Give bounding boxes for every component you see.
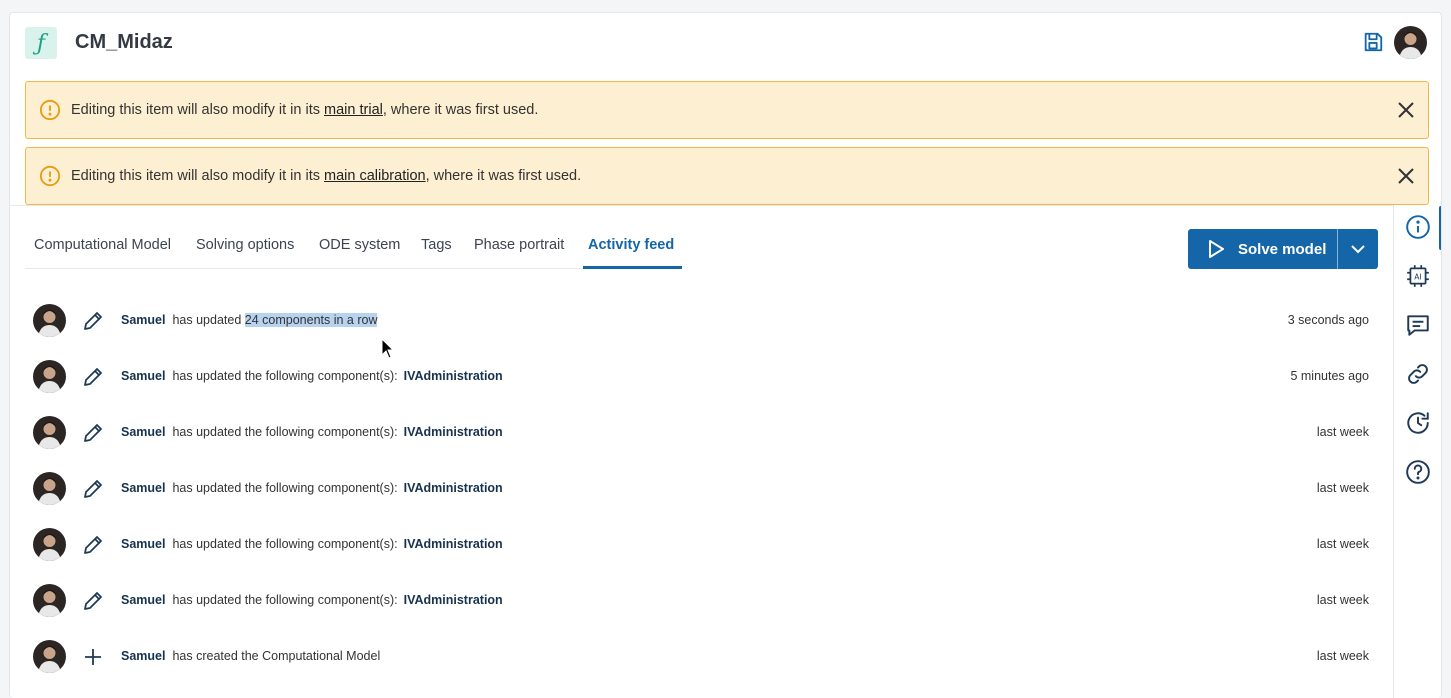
warning-icon (39, 165, 61, 187)
feed-time: last week (1316, 537, 1369, 551)
user-avatar[interactable] (1394, 26, 1427, 59)
feed-text: Samuel has updated the following componen… (121, 537, 503, 551)
feed-highlight[interactable]: 24 components in a row (244, 313, 378, 327)
close-icon[interactable] (1396, 166, 1416, 186)
help-icon[interactable] (1405, 459, 1431, 485)
feed-time: 5 minutes ago (1290, 369, 1369, 383)
svg-text:AI: AI (1414, 272, 1421, 281)
tab-ode-system[interactable]: ODE system (319, 237, 400, 253)
save-icon[interactable] (1362, 31, 1384, 53)
feed-time: 3 seconds ago (1287, 313, 1369, 327)
pencil-icon (84, 424, 102, 442)
solve-model-button[interactable]: Solve model (1188, 229, 1337, 269)
header: ƒ CM_Midaz (10, 13, 1441, 75)
pencil-icon (84, 480, 102, 498)
avatar (33, 472, 66, 505)
tab-tags[interactable]: Tags (421, 237, 452, 253)
warning-icon (39, 99, 61, 121)
info-icon[interactable] (1405, 214, 1431, 240)
page-title: CM_Midaz (75, 31, 173, 53)
avatar (33, 304, 66, 337)
feed-item: Samuel has updated the following componen… (33, 472, 1369, 506)
feed-user[interactable]: Samuel (121, 313, 165, 327)
close-icon[interactable] (1396, 100, 1416, 120)
tab-solving-options[interactable]: Solving options (196, 237, 294, 253)
tab-computational-model[interactable]: Computational Model (34, 237, 171, 253)
pencil-icon (84, 536, 102, 554)
solve-options-dropdown[interactable] (1338, 229, 1378, 269)
feed-text: Samuel has updated the following componen… (121, 369, 503, 383)
mouse-cursor (381, 338, 395, 359)
history-icon[interactable] (1405, 410, 1431, 436)
feed-user[interactable]: Samuel (121, 593, 165, 607)
feed-item: Samuel has created the Computational Mode… (33, 640, 1369, 674)
feed-text: Samuel has updated the following componen… (121, 425, 503, 439)
feed-component[interactable]: IVAdministration (404, 425, 503, 439)
feed-time: last week (1316, 593, 1369, 607)
feed-user[interactable]: Samuel (121, 425, 165, 439)
play-icon (1209, 240, 1224, 258)
feed-text: Samuel has created the Computational Mode… (121, 649, 381, 663)
avatar (33, 640, 66, 673)
feed-component[interactable]: IVAdministration (404, 481, 503, 495)
feed-text: Samuel has updated 24 components in a row (121, 313, 378, 327)
alert-message: Editing this item will also modify it in… (71, 102, 539, 118)
feed-item: Samuel has updated 24 components in a row… (33, 304, 1369, 338)
feed-component[interactable]: IVAdministration (404, 537, 503, 551)
tab-activity-feed[interactable]: Activity feed (588, 237, 674, 253)
avatar (33, 528, 66, 561)
alert-main-calibration: Editing this item will also modify it in… (25, 147, 1429, 205)
pencil-icon (84, 368, 102, 386)
main-trial-link[interactable]: main trial (324, 102, 383, 118)
tab-bar: Computational Model Solving options ODE … (25, 235, 682, 269)
solve-model-split-button: Solve model (1188, 229, 1378, 269)
feed-text: Samuel has updated the following componen… (121, 593, 503, 607)
alert-message: Editing this item will also modify it in… (71, 168, 582, 184)
feed-item: Samuel has updated the following componen… (33, 416, 1369, 450)
ai-chip-icon[interactable]: AI (1405, 263, 1431, 289)
comment-icon[interactable] (1405, 312, 1431, 338)
feed-item: Samuel has updated the following componen… (33, 360, 1369, 394)
rail-active-indicator (1439, 206, 1441, 250)
active-tab-indicator (583, 266, 682, 269)
section-divider (10, 205, 1393, 206)
avatar (33, 584, 66, 617)
pencil-icon (84, 312, 102, 330)
main-calibration-link[interactable]: main calibration (324, 168, 426, 184)
feed-time: last week (1316, 481, 1369, 495)
feed-text: Samuel has updated the following componen… (121, 481, 503, 495)
avatar (33, 416, 66, 449)
feed-user[interactable]: Samuel (121, 369, 165, 383)
avatar (33, 360, 66, 393)
feed-user[interactable]: Samuel (121, 537, 165, 551)
chevron-down-icon (1351, 245, 1365, 254)
plus-icon (85, 649, 101, 665)
feed-time: last week (1316, 649, 1369, 663)
tab-phase-portrait[interactable]: Phase portrait (474, 237, 564, 253)
feed-user[interactable]: Samuel (121, 649, 165, 663)
feed-component[interactable]: IVAdministration (404, 369, 503, 383)
feed-component[interactable]: IVAdministration (404, 593, 503, 607)
feed-time: last week (1316, 425, 1369, 439)
alert-main-trial: Editing this item will also modify it in… (25, 81, 1429, 139)
app-logo: ƒ (25, 27, 57, 59)
app-frame: ƒ CM_Midaz Editing this item will also m… (9, 12, 1442, 698)
pencil-icon (84, 592, 102, 610)
feed-user[interactable]: Samuel (121, 481, 165, 495)
solve-model-label: Solve model (1238, 241, 1327, 258)
feed-item: Samuel has updated the following componen… (33, 584, 1369, 618)
link-icon[interactable] (1405, 361, 1431, 387)
feed-item: Samuel has updated the following componen… (33, 528, 1369, 562)
